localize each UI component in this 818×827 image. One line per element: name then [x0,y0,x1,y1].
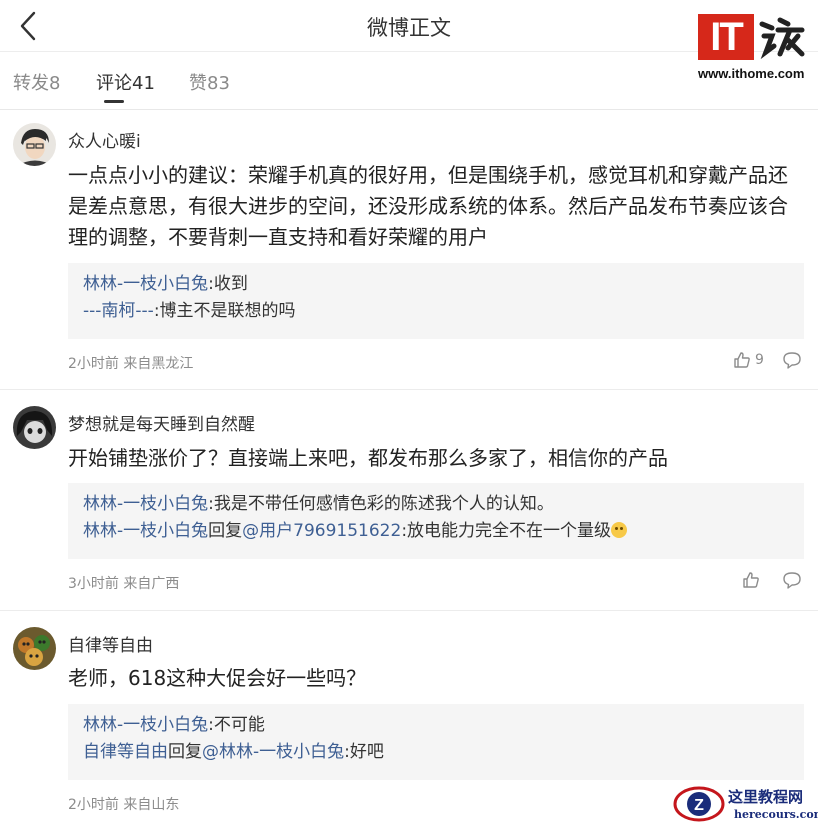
reply-mention[interactable]: @用户7969151622 [242,521,401,541]
avatar[interactable] [13,627,56,670]
comment-meta: 2小时前 来自黑龙江 [68,356,194,372]
comment-username[interactable]: 众人心暖i [68,127,141,152]
reply-author[interactable]: 自律等自由 [83,742,168,762]
tab-reposts[interactable]: 转发8 [13,69,60,95]
tab-likes[interactable]: 赞83 [189,69,230,95]
reply-box[interactable]: 林林-一枝小白兔:我是不带任何感情色彩的陈述我个人的认知。 林林-一枝小白兔回复… [68,483,804,559]
reply-box[interactable]: 林林-一枝小白兔:收到 ---南柯---:博主不是联想的吗 [68,263,804,339]
reply-item: 林林-一枝小白兔:我是不带任何感情色彩的陈述我个人的认知。 [83,491,789,518]
watermark: Z 这里教程网 herecours.com [668,782,818,827]
reply-author[interactable]: 林林-一枝小白兔 [83,274,208,294]
thumbs-up-icon [734,352,750,368]
avatar[interactable] [13,123,56,166]
reply-author[interactable]: 林林-一枝小白兔 [83,494,208,514]
reply-word: 回复 [208,521,243,541]
emoji-icon [611,522,628,538]
top-bar: 微博正文 [0,0,818,52]
reply-text: 好吧 [349,742,384,762]
reply-item: 林林-一枝小白兔:收到 [83,271,789,298]
comment-bubble-icon [783,352,801,369]
reply-author[interactable]: 林林-一枝小白兔 [83,521,208,541]
watermark-domain: herecours.com [734,808,818,821]
reply-author[interactable]: 林林-一枝小白兔 [83,715,208,735]
avatar[interactable] [13,406,56,449]
tab-bar: 转发8 评论41 赞83 [0,60,818,110]
like-button[interactable] [742,571,760,589]
reply-text: 放电能力完全不在一个量级 [407,521,612,541]
watermark-logo-icon: Z [673,786,725,822]
reply-text: 博主不是联想的吗 [159,301,296,321]
reply-item: ---南柯---:博主不是联想的吗 [83,298,789,325]
reply-button[interactable] [782,571,804,593]
page-title: 微博正文 [367,16,451,40]
comment-text: 老师，618这种大促会好一些吗？ [68,666,367,690]
reply-item: 林林-一枝小白兔回复@用户7969151622:放电能力完全不在一个量级 [83,518,789,545]
like-count: 9 [755,352,764,368]
reply-mention[interactable]: @林林-一枝小白兔 [202,742,344,762]
logo-it-mark: IT [698,14,754,60]
reply-box[interactable]: 林林-一枝小白兔:不可能 自律等自由回复@林林-一枝小白兔:好吧 [68,704,804,780]
svg-text:Z: Z [694,797,704,814]
comment-meta: 2小时前 来自山东 [68,797,180,813]
reply-text: 不可能 [213,715,265,735]
avatar-image [13,627,56,670]
reply-word: 回复 [168,742,202,762]
reply-item: 自律等自由回复@林林-一枝小白兔:好吧 [83,739,789,766]
like-button[interactable]: 9 [733,351,764,369]
logo-zhijia-glyph [759,17,805,60]
comment-divider [0,610,818,611]
avatar-image [13,406,56,449]
comment-username[interactable]: 自律等自由 [68,631,153,656]
reply-text: 收到 [213,274,248,294]
reply-button[interactable] [782,351,804,373]
reply-item: 林林-一枝小白兔:不可能 [83,712,789,739]
reply-text: 我是不带任何感情色彩的陈述我个人的认知。 [213,494,554,514]
thumbs-up-icon [743,572,759,588]
comment-divider [0,389,818,390]
logo-zhi-mark [758,14,806,60]
avatar-image [13,123,56,166]
tab-comments[interactable]: 评论41 [96,69,155,95]
watermark-title: 这里教程网 [728,788,804,806]
active-tab-indicator [104,100,124,103]
comment-meta: 3小时前 来自广西 [68,576,180,592]
comment-username[interactable]: 梦想就是每天睡到自然醒 [68,410,255,435]
reply-author[interactable]: ---南柯--- [83,301,154,321]
comment-text: 一点点小小的建议：荣耀手机真的很好用，但是围绕手机，感觉耳机和穿戴产品还是差点意… [68,163,788,249]
comment-bubble-icon [783,572,801,589]
comment-text: 开始铺垫涨价了？直接端上来吧，都发布那么多家了，相信你的产品 [68,446,668,470]
